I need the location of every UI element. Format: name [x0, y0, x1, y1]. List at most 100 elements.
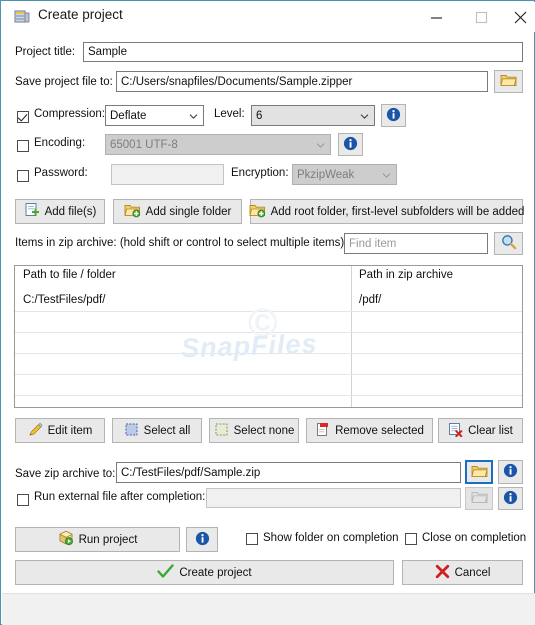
list-header-row: Path to file / folder Path in zip archiv… [15, 266, 522, 287]
add-files-button[interactable]: Add file(s) [15, 199, 105, 224]
select-none-icon [214, 422, 229, 440]
archive-items-list[interactable]: Path to file / folder Path in zip archiv… [14, 265, 523, 408]
save-zip-info-button[interactable] [498, 460, 523, 484]
clear-list-label: Clear list [468, 424, 513, 437]
compression-level-value: 6 [256, 109, 263, 122]
run-external-info-button[interactable] [498, 487, 523, 510]
row-path-to-file: C:/TestFiles/pdf/ [23, 294, 106, 306]
run-external-checkbox[interactable] [17, 494, 29, 506]
compression-label: Compression: [34, 108, 105, 120]
window-title: Create project [38, 7, 123, 22]
archive-app-icon [14, 8, 31, 25]
run-external-input[interactable] [206, 488, 461, 508]
close-button[interactable] [504, 2, 535, 32]
remove-selected-button[interactable]: Remove selected [306, 418, 433, 443]
compression-checkbox[interactable] [17, 111, 29, 123]
save-project-file-input[interactable]: C:/Users/snapfiles/Documents/Sample.zipp… [116, 71, 488, 92]
clear-list-icon [448, 422, 463, 440]
chevron-down-icon [360, 111, 369, 119]
run-project-button[interactable]: Run project [15, 527, 180, 552]
encoding-select: 65001 UTF-8 [105, 134, 331, 155]
folder-icon [500, 73, 517, 90]
info-icon [343, 136, 358, 154]
status-bar [2, 593, 535, 625]
save-zip-archive-label: Save zip archive to: [15, 468, 116, 480]
pencil-icon [28, 422, 43, 440]
password-checkbox[interactable] [17, 170, 29, 182]
file-add-icon [24, 202, 40, 221]
info-icon [503, 490, 518, 508]
edit-item-label: Edit item [47, 424, 93, 437]
row-path-in-zip: /pdf/ [359, 294, 382, 306]
password-input[interactable] [111, 164, 224, 185]
show-folder-on-completion-label: Show folder on completion [263, 532, 399, 544]
encryption-label: Encryption: [231, 167, 289, 179]
folder-icon [470, 490, 488, 507]
create-project-window: Create project Project title: Sample Sav… [0, 0, 535, 625]
save-project-file-label: Save project file to: [15, 76, 113, 88]
cancel-button[interactable]: Cancel [402, 560, 523, 585]
encoding-value: 65001 UTF-8 [110, 138, 178, 151]
add-single-folder-label: Add single folder [145, 205, 232, 218]
save-project-browse-button[interactable] [494, 70, 523, 93]
project-title-input[interactable]: Sample [83, 42, 523, 62]
magnifier-icon [501, 234, 517, 253]
table-row-empty[interactable] [15, 375, 522, 396]
chevron-down-icon [382, 170, 391, 178]
table-row[interactable]: C:/TestFiles/pdf/ /pdf/ [15, 291, 522, 312]
add-files-label: Add file(s) [44, 205, 97, 218]
password-label: Password: [34, 167, 88, 179]
maximize-button[interactable] [459, 2, 504, 32]
select-all-icon [124, 422, 139, 440]
encryption-select: PkzipWeak [292, 164, 397, 185]
encoding-checkbox[interactable] [17, 140, 29, 152]
folder-add-icon [249, 203, 266, 221]
remove-selected-label: Remove selected [335, 424, 424, 437]
compression-method-select[interactable]: Deflate [105, 105, 204, 126]
edit-item-button[interactable]: Edit item [15, 418, 105, 443]
run-project-info-button[interactable] [186, 527, 218, 552]
folder-icon [470, 464, 488, 481]
close-on-completion-label: Close on completion [422, 532, 527, 544]
level-label: Level: [214, 108, 245, 120]
table-row-empty[interactable] [15, 354, 522, 375]
create-project-button[interactable]: Create project [15, 560, 394, 585]
table-row-empty[interactable] [15, 312, 522, 333]
package-run-icon [58, 530, 74, 549]
chevron-down-icon [189, 111, 198, 119]
select-all-label: Select all [143, 424, 191, 437]
add-root-folder-button[interactable]: Add root folder, first-level subfolders … [249, 199, 524, 224]
info-icon [195, 531, 210, 549]
create-project-label: Create project [179, 566, 252, 579]
remove-icon [315, 422, 330, 440]
add-single-folder-button[interactable]: Add single folder [113, 199, 242, 224]
compression-info-button[interactable] [381, 104, 406, 127]
table-row-empty[interactable] [15, 396, 522, 407]
select-none-button[interactable]: Select none [209, 418, 299, 443]
clear-list-button[interactable]: Clear list [438, 418, 523, 443]
table-row-empty[interactable] [15, 333, 522, 354]
title-bar: Create project [2, 2, 535, 32]
minimize-button[interactable] [414, 2, 459, 32]
run-project-label: Run project [78, 533, 138, 546]
red-x-icon [435, 564, 450, 582]
find-item-input[interactable]: Find item [344, 233, 488, 254]
save-zip-browse-button[interactable] [465, 460, 493, 484]
run-external-label: Run external file after completion: [34, 491, 206, 503]
items-in-archive-label: Items in zip archive: (hold shift or con… [15, 237, 345, 249]
encoding-info-button[interactable] [338, 133, 363, 156]
run-external-browse-button [465, 487, 493, 510]
save-zip-archive-input[interactable]: C:/TestFiles/pdf/Sample.zip [116, 462, 461, 483]
select-none-label: Select none [233, 424, 295, 437]
compression-level-select[interactable]: 6 [251, 105, 375, 126]
find-item-search-button[interactable] [494, 232, 523, 255]
encoding-label: Encoding: [34, 137, 86, 149]
select-all-button[interactable]: Select all [112, 418, 202, 443]
info-icon [503, 463, 518, 481]
show-folder-on-completion-checkbox[interactable] [246, 533, 258, 545]
column-header-path-to-file: Path to file / folder [23, 269, 116, 281]
encryption-value: PkzipWeak [297, 168, 355, 181]
close-on-completion-checkbox[interactable] [405, 533, 417, 545]
cancel-label: Cancel [454, 566, 491, 579]
column-header-path-in-zip: Path in zip archive [359, 269, 453, 281]
